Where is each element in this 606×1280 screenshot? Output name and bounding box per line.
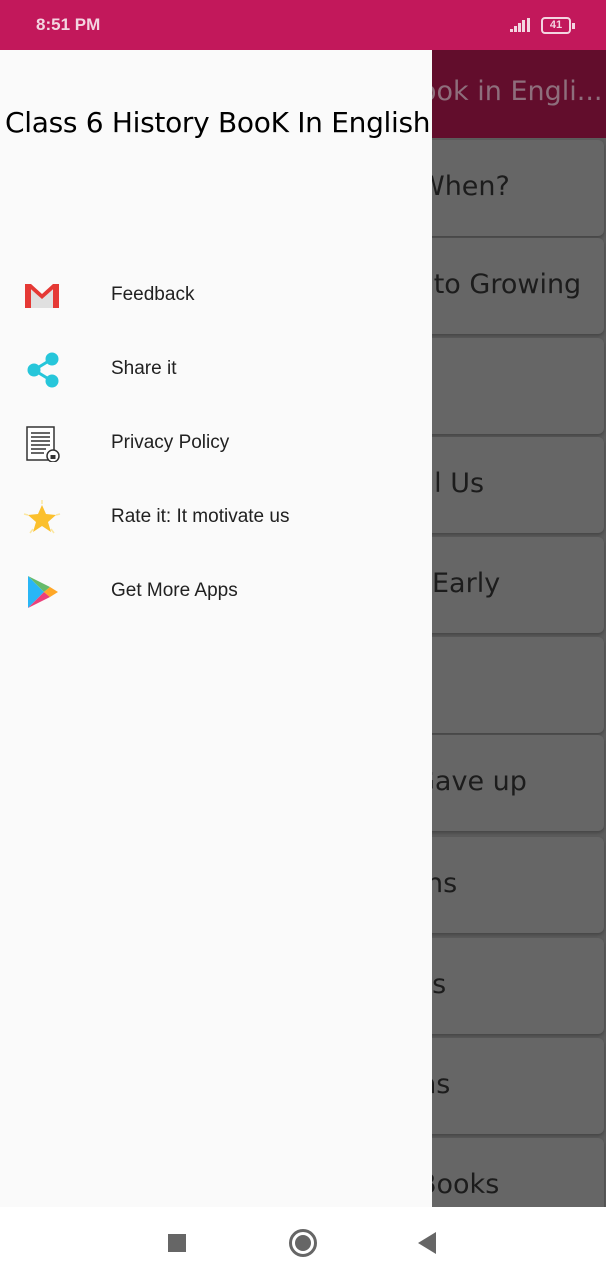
gmail-icon [25, 284, 59, 308]
system-navigation-bar [0, 1207, 606, 1280]
chapter-title: Early [432, 568, 501, 599]
navigation-drawer: Class 6 History BooK In English Feedback… [0, 50, 432, 1207]
chapter-title: g to Growing [408, 269, 582, 300]
drawer-title: Class 6 History BooK In English [5, 106, 431, 139]
drawer-item-label: Share it [111, 358, 177, 379]
drawer-item-more-apps[interactable]: Get More Apps [0, 556, 432, 630]
privacy-document-icon [26, 426, 60, 462]
battery-icon: 41 [541, 17, 575, 34]
play-store-icon [28, 576, 58, 608]
home-button[interactable] [289, 1229, 317, 1257]
drawer-item-share[interactable]: Share it [0, 334, 432, 408]
drawer-item-label: Privacy Policy [111, 432, 230, 453]
status-bar: 8:51 PM 41 [0, 0, 606, 50]
drawer-item-privacy-policy[interactable]: Privacy Policy [0, 408, 432, 482]
app-title: ook in Engli... [420, 76, 603, 107]
drawer-item-rate[interactable]: Rate it: It motivate us [0, 482, 432, 556]
status-time: 8:51 PM [36, 15, 101, 34]
back-button[interactable] [418, 1232, 436, 1254]
drawer-item-feedback[interactable]: Feedback [0, 260, 432, 334]
recents-button[interactable] [168, 1234, 186, 1252]
signal-icon [510, 18, 530, 32]
star-icon [23, 500, 61, 534]
drawer-item-label: Rate it: It motivate us [111, 506, 290, 527]
drawer-item-label: Feedback [111, 284, 195, 305]
share-icon [27, 352, 59, 388]
drawer-item-label: Get More Apps [111, 580, 238, 601]
